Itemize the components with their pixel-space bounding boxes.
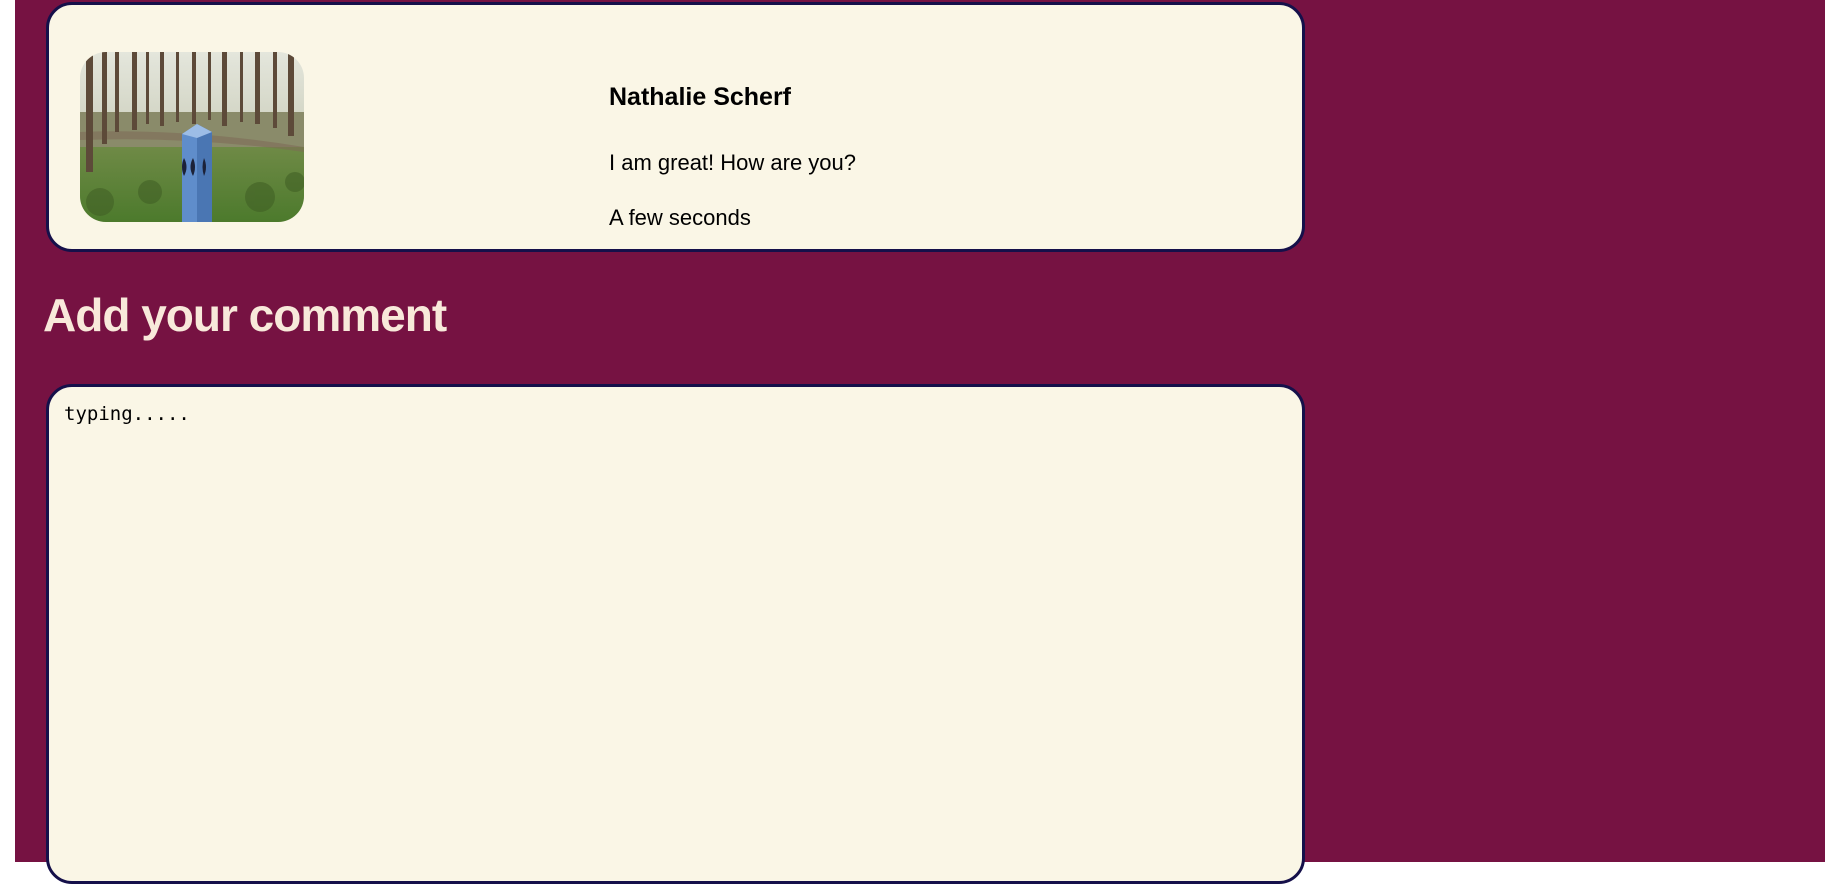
comment-card: Nathalie Scherf I am great! How are you?… <box>46 2 1305 252</box>
comment-author: Nathalie Scherf <box>609 83 792 111</box>
comment-text: I am great! How are you? <box>609 150 857 175</box>
avatar <box>80 52 304 222</box>
comment-input[interactable]: typing..... <box>46 384 1305 884</box>
add-comment-heading: Add your comment <box>43 289 447 341</box>
comment-timestamp: A few seconds <box>609 205 751 230</box>
page-background: Nathalie Scherf I am great! How are you?… <box>15 0 1825 884</box>
forest-photo-icon <box>80 52 304 222</box>
